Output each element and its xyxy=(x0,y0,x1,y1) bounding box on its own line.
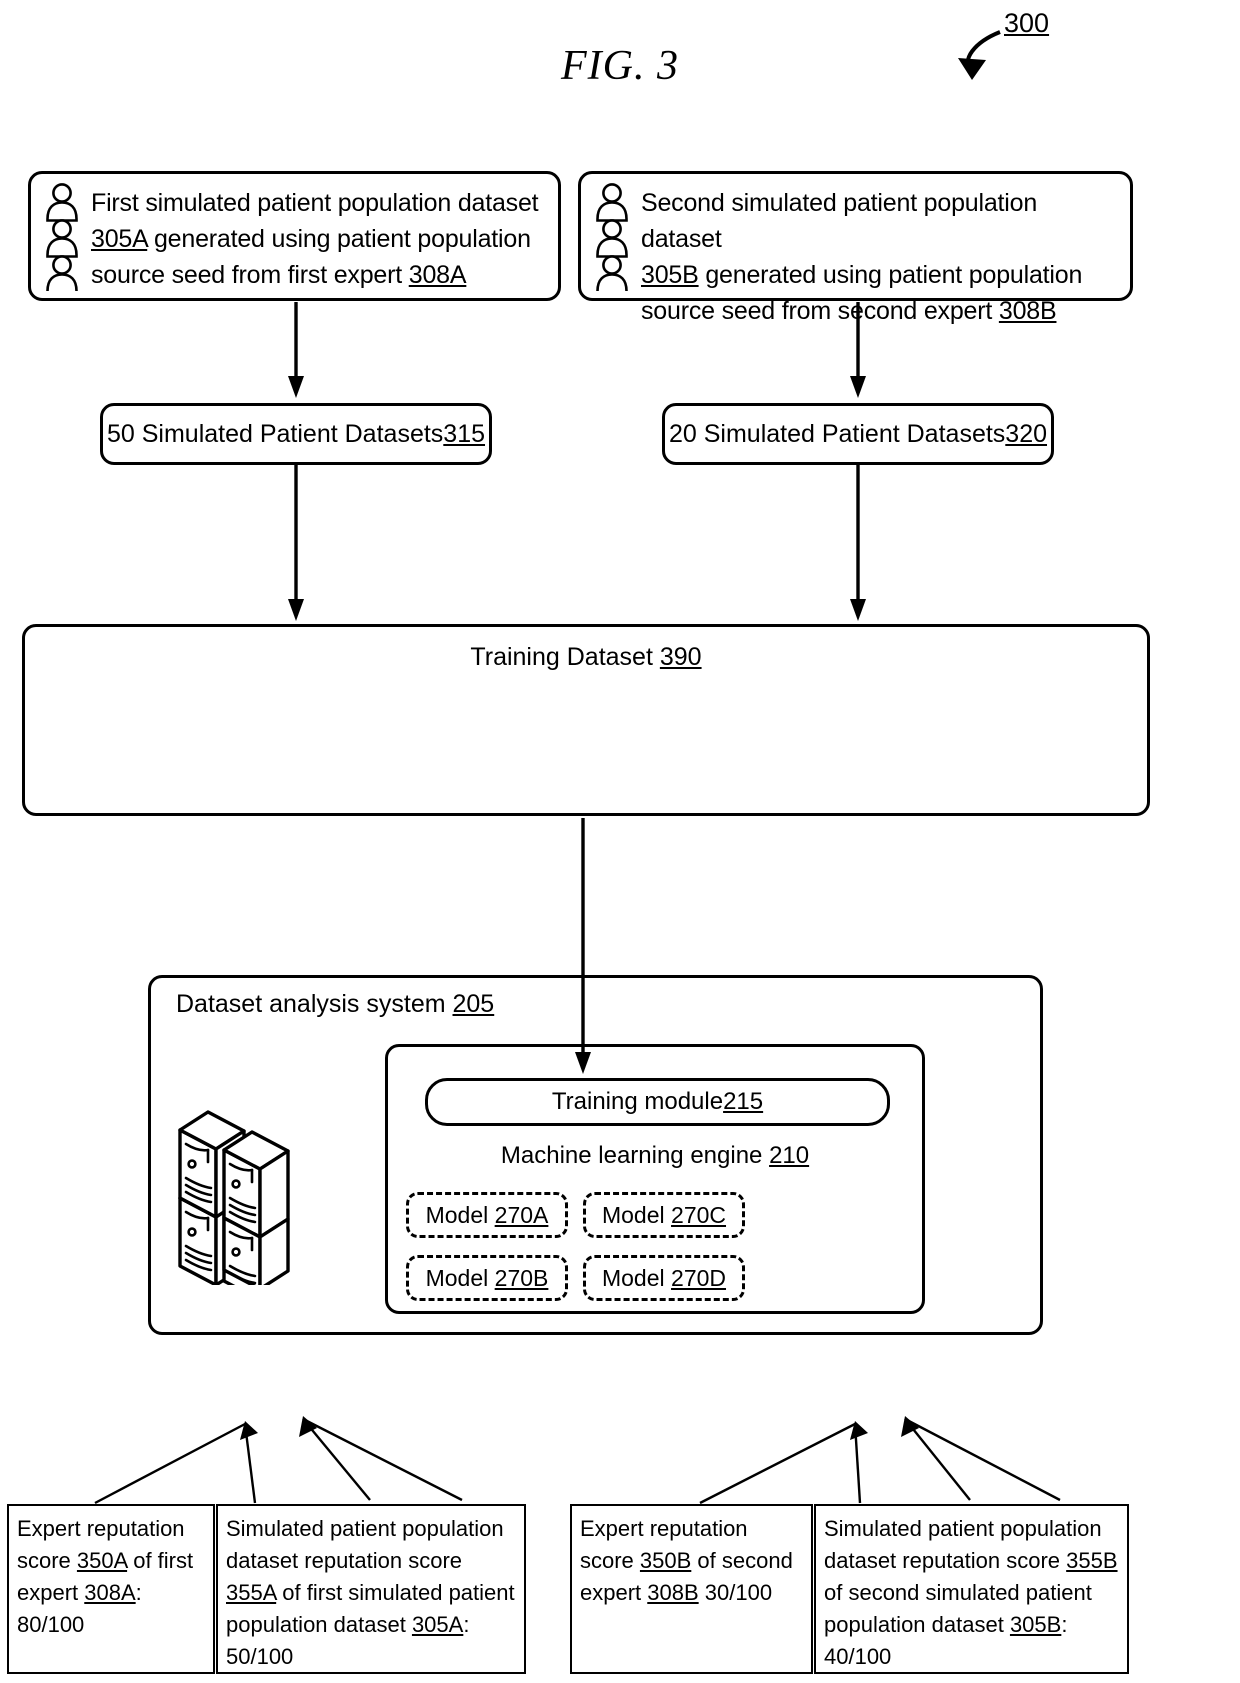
left-dataset-count-ref: 315 xyxy=(443,419,486,448)
people-group-icon xyxy=(41,183,83,296)
mle-label-ref: 210 xyxy=(769,1142,810,1169)
expert-reputation-score-a-box: Expert reputation score 350A of first ex… xyxy=(7,1504,215,1674)
model-270b-label: Model xyxy=(425,1264,495,1291)
training-dataset-box: Training Dataset 390 xyxy=(22,624,1150,816)
model-270b-ref: 270B xyxy=(494,1264,549,1291)
first-source-ref-305a: 305A xyxy=(91,225,148,253)
right-dataset-count-ref: 320 xyxy=(1005,419,1048,448)
dataset-reputation-score-b-seg-3: 305B xyxy=(1009,1612,1062,1637)
ann-1-text: Expert reputation score 350A of first ex… xyxy=(17,1516,193,1637)
model-270d-box: Model 270D xyxy=(583,1255,745,1301)
first-source-text: First simulated patient population datas… xyxy=(91,185,539,293)
model-270b-box: Model 270B xyxy=(406,1255,568,1301)
training-module-label: Training module xyxy=(551,1088,724,1115)
training-module-box: Training module 215 xyxy=(425,1078,890,1126)
model-270a-box: Model 270A xyxy=(406,1192,568,1238)
model-270c-box: Model 270C xyxy=(583,1192,745,1238)
server-stack-icon xyxy=(172,1080,320,1302)
dataset-reputation-score-b-seg-0: Simulated patient population dataset rep… xyxy=(824,1516,1102,1573)
second-source-box: Second simulated patient population data… xyxy=(578,171,1133,325)
ann-3-text: Expert reputation score 350B of second e… xyxy=(580,1516,793,1605)
second-source-ref-308b: 308B xyxy=(998,297,1057,325)
training-dataset-label: Training Dataset xyxy=(470,643,660,671)
model-270c-ref: 270C xyxy=(671,1201,727,1228)
second-source-line2-rest: generated using patient population xyxy=(698,261,1083,289)
figure-title: FIG. 3 xyxy=(561,43,679,89)
dataset-reputation-score-a-seg-0: Simulated patient population dataset rep… xyxy=(226,1516,504,1573)
figure-reference-numeral: 300 xyxy=(1004,8,1050,38)
dataset-reputation-score-b-seg-1: 355B xyxy=(1066,1548,1118,1573)
left-dataset-count-box: 50 Simulated Patient Datasets 315 xyxy=(100,403,492,465)
model-270a-label: Model xyxy=(425,1201,495,1228)
dataset-analysis-system-title: Dataset analysis system 205 xyxy=(176,990,494,1019)
first-source-line2-rest: generated using patient population xyxy=(147,225,531,253)
training-dataset-label-wrap: Training Dataset 390 xyxy=(25,627,1147,672)
left-dataset-count-label: 50 Simulated Patient Datasets xyxy=(106,419,444,448)
dataset-reputation-score-b-box: Simulated patient population dataset rep… xyxy=(814,1504,1129,1674)
model-270d-ref: 270D xyxy=(671,1264,727,1291)
model-270a-ref: 270A xyxy=(494,1201,549,1228)
das-title-ref: 205 xyxy=(452,990,495,1018)
dataset-reputation-score-a-seg-1: 355A xyxy=(226,1580,277,1605)
second-source-text: Second simulated patient population data… xyxy=(641,185,1120,329)
dataset-reputation-score-a-box: Simulated patient population dataset rep… xyxy=(216,1504,526,1674)
das-title-text: Dataset analysis system xyxy=(176,990,453,1018)
training-module-ref: 215 xyxy=(723,1088,764,1115)
ann-2-text: Simulated patient population dataset rep… xyxy=(226,1516,515,1669)
dataset-reputation-score-a-seg-3: 305A xyxy=(411,1612,464,1637)
expert-reputation-score-a-seg-1: 350A xyxy=(76,1548,128,1573)
training-dataset-ref: 390 xyxy=(659,643,702,671)
second-source-ref-305b: 305B xyxy=(641,261,699,289)
expert-reputation-score-a-seg-3: 308A xyxy=(84,1580,136,1605)
expert-reputation-score-b-seg-4: 30/100 xyxy=(698,1580,773,1605)
right-dataset-count-label: 20 Simulated Patient Datasets xyxy=(668,419,1006,448)
first-source-line3-pre: source seed from first expert xyxy=(91,261,409,289)
first-source-ref-308a: 308A xyxy=(408,261,467,289)
first-source-line1: First simulated patient population datas… xyxy=(91,189,539,217)
second-source-line3-pre: source seed from second expert xyxy=(641,297,999,325)
first-source-box: First simulated patient population datas… xyxy=(28,171,561,301)
expert-reputation-score-b-seg-3: 308B xyxy=(647,1580,699,1605)
model-270c-label: Model xyxy=(601,1201,672,1228)
expert-reputation-score-b-box: Expert reputation score 350B of second e… xyxy=(570,1504,813,1674)
machine-learning-engine-label: Machine learning engine 210 xyxy=(385,1142,925,1170)
model-270d-label: Model xyxy=(601,1264,672,1291)
right-dataset-count-box: 20 Simulated Patient Datasets 320 xyxy=(662,403,1054,465)
expert-reputation-score-b-seg-1: 350B xyxy=(639,1548,692,1573)
second-source-line1: Second simulated patient population data… xyxy=(641,189,1038,253)
people-group-icon xyxy=(591,183,633,296)
ann-4-text: Simulated patient population dataset rep… xyxy=(824,1516,1118,1669)
figure-canvas: FIG. 3 300 First simulated patient popul… xyxy=(0,0,1240,1683)
mle-label-text: Machine learning engine xyxy=(500,1142,770,1169)
